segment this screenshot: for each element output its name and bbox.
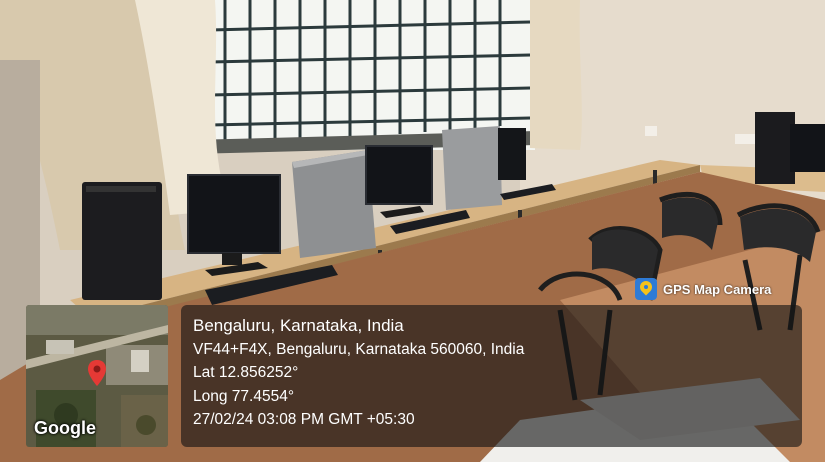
date-time: 27/02/24 03:08 PM GMT +05:30 bbox=[193, 411, 415, 428]
latitude: Lat 12.856252° bbox=[193, 364, 299, 381]
gps-map-camera-title: GPS Map Camera bbox=[663, 281, 772, 297]
place-name: Bengaluru, Karnataka, India bbox=[193, 316, 404, 335]
full-address: VF44+F4X, Bengaluru, Karnataka 560060, I… bbox=[193, 340, 525, 358]
location-info-overlay: Bengaluru, Karnataka, India VF44+F4X, Be… bbox=[181, 305, 802, 447]
gps-map-camera-logo-icon bbox=[635, 278, 657, 300]
photo-frame: GPS Map Camera Google Bengaluru, Karnata… bbox=[0, 0, 825, 462]
map-location-pin-icon bbox=[88, 360, 106, 386]
google-map-watermark: Google bbox=[34, 418, 96, 438]
map-thumbnail: Google bbox=[26, 305, 168, 447]
gps-map-camera-badge: GPS Map Camera bbox=[635, 276, 771, 302]
longitude: Long 77.4554° bbox=[193, 387, 295, 405]
